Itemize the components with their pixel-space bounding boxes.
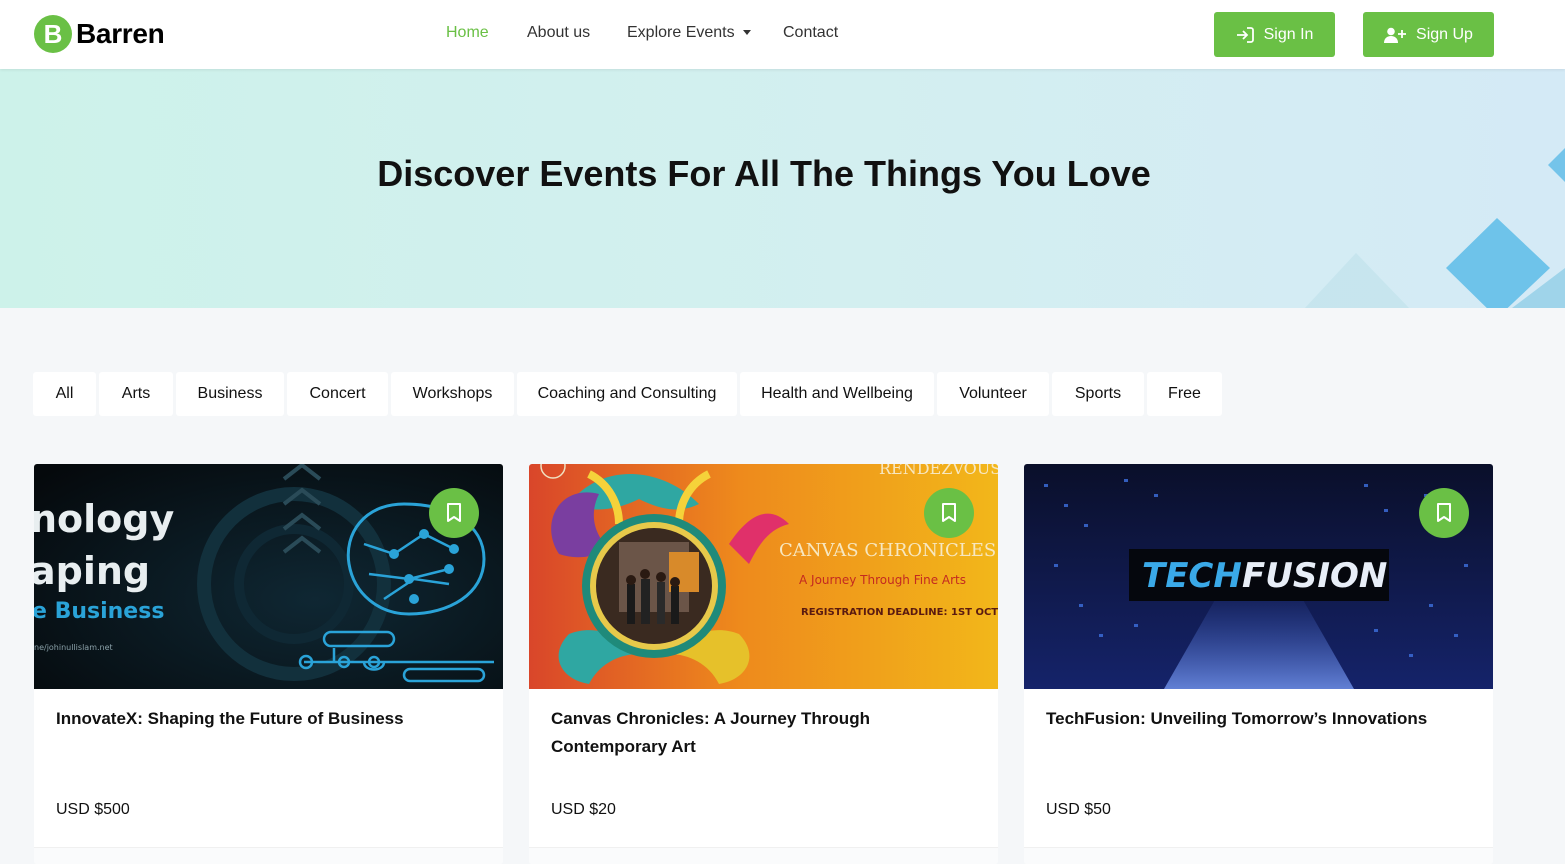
bookmark-button[interactable]	[429, 488, 479, 538]
event-title[interactable]: InnovateX: Shaping the Future of Busines…	[56, 705, 476, 733]
event-image[interactable]: RENDEZVOUSX CANVAS CHRONICLES A Journey …	[529, 464, 998, 689]
event-price: USD $20	[551, 801, 616, 818]
card-footer	[34, 847, 503, 864]
tab-free[interactable]: Free	[1147, 372, 1222, 416]
bookmark-icon	[1437, 503, 1451, 522]
tab-arts[interactable]: Arts	[99, 372, 173, 416]
event-image-line2: aping	[34, 549, 150, 593]
card-footer	[1024, 847, 1493, 864]
bookmark-icon	[942, 503, 956, 522]
nav-explore-events[interactable]: Explore Events	[627, 24, 751, 42]
tab-coaching-and-consulting[interactable]: Coaching and Consulting	[517, 372, 737, 416]
event-card[interactable]: RENDEZVOUSX CANVAS CHRONICLES A Journey …	[529, 464, 998, 864]
event-image-tech: TECH	[1142, 556, 1242, 596]
event-image-line2: A Journey Through Fine Arts	[799, 573, 966, 587]
hero-title: Discover Events For All The Things You L…	[377, 153, 1151, 194]
tab-health-and-wellbeing[interactable]: Health and Wellbeing	[740, 372, 934, 416]
event-price: USD $50	[1046, 801, 1111, 818]
site-header: B Barren Home About us Explore Events Co…	[0, 0, 1565, 69]
bookmark-button[interactable]	[924, 488, 974, 538]
event-image-line1: CANVAS CHRONICLES	[779, 540, 996, 561]
sign-in-button[interactable]: Sign In	[1214, 12, 1335, 57]
tab-volunteer[interactable]: Volunteer	[937, 372, 1049, 416]
event-image-brand: RENDEZVOUSX	[879, 464, 998, 478]
card-footer	[529, 847, 998, 864]
event-image-line1: nology	[34, 497, 174, 541]
tab-workshops[interactable]: Workshops	[391, 372, 514, 416]
event-price: USD $500	[56, 801, 130, 818]
tab-all[interactable]: All	[33, 372, 96, 416]
nav-about-us[interactable]: About us	[527, 24, 590, 42]
event-title[interactable]: TechFusion: Unveiling Tomorrow’s Innovat…	[1046, 705, 1466, 733]
event-image-url: ne/johinullislam.net	[34, 643, 113, 652]
event-card[interactable]: nology aping e Business ne/johinullislam…	[34, 464, 503, 864]
user-plus-icon	[1384, 27, 1407, 43]
tab-business[interactable]: Business	[176, 372, 284, 416]
event-title[interactable]: Canvas Chronicles: A Journey Through Con…	[551, 705, 971, 761]
event-image-fusion: FUSION	[1242, 556, 1387, 596]
sign-in-icon	[1236, 26, 1254, 43]
event-image[interactable]: nology aping e Business ne/johinullislam…	[34, 464, 503, 689]
nav-home[interactable]: Home	[446, 24, 489, 42]
tab-concert[interactable]: Concert	[287, 372, 388, 416]
hero-banner: Discover Events For All The Things You L…	[0, 69, 1565, 308]
sign-in-label: Sign In	[1263, 25, 1314, 43]
event-image[interactable]: TECH FUSION	[1024, 464, 1493, 689]
bookmark-icon	[447, 503, 461, 522]
nav-explore-events-label: Explore Events	[627, 24, 735, 41]
event-image-line3: REGISTRATION DEADLINE: 1ST OCTOBER	[801, 607, 998, 618]
bookmark-button[interactable]	[1419, 488, 1469, 538]
nav-contact[interactable]: Contact	[783, 24, 838, 42]
event-card[interactable]: TECH FUSION TechFusion: Unveiling Tomorr…	[1024, 464, 1493, 864]
sign-up-button[interactable]: Sign Up	[1363, 12, 1494, 57]
tab-sports[interactable]: Sports	[1052, 372, 1144, 416]
event-image-line3: e Business	[34, 599, 164, 624]
chevron-down-icon	[742, 30, 751, 36]
sign-up-label: Sign Up	[1416, 25, 1473, 43]
